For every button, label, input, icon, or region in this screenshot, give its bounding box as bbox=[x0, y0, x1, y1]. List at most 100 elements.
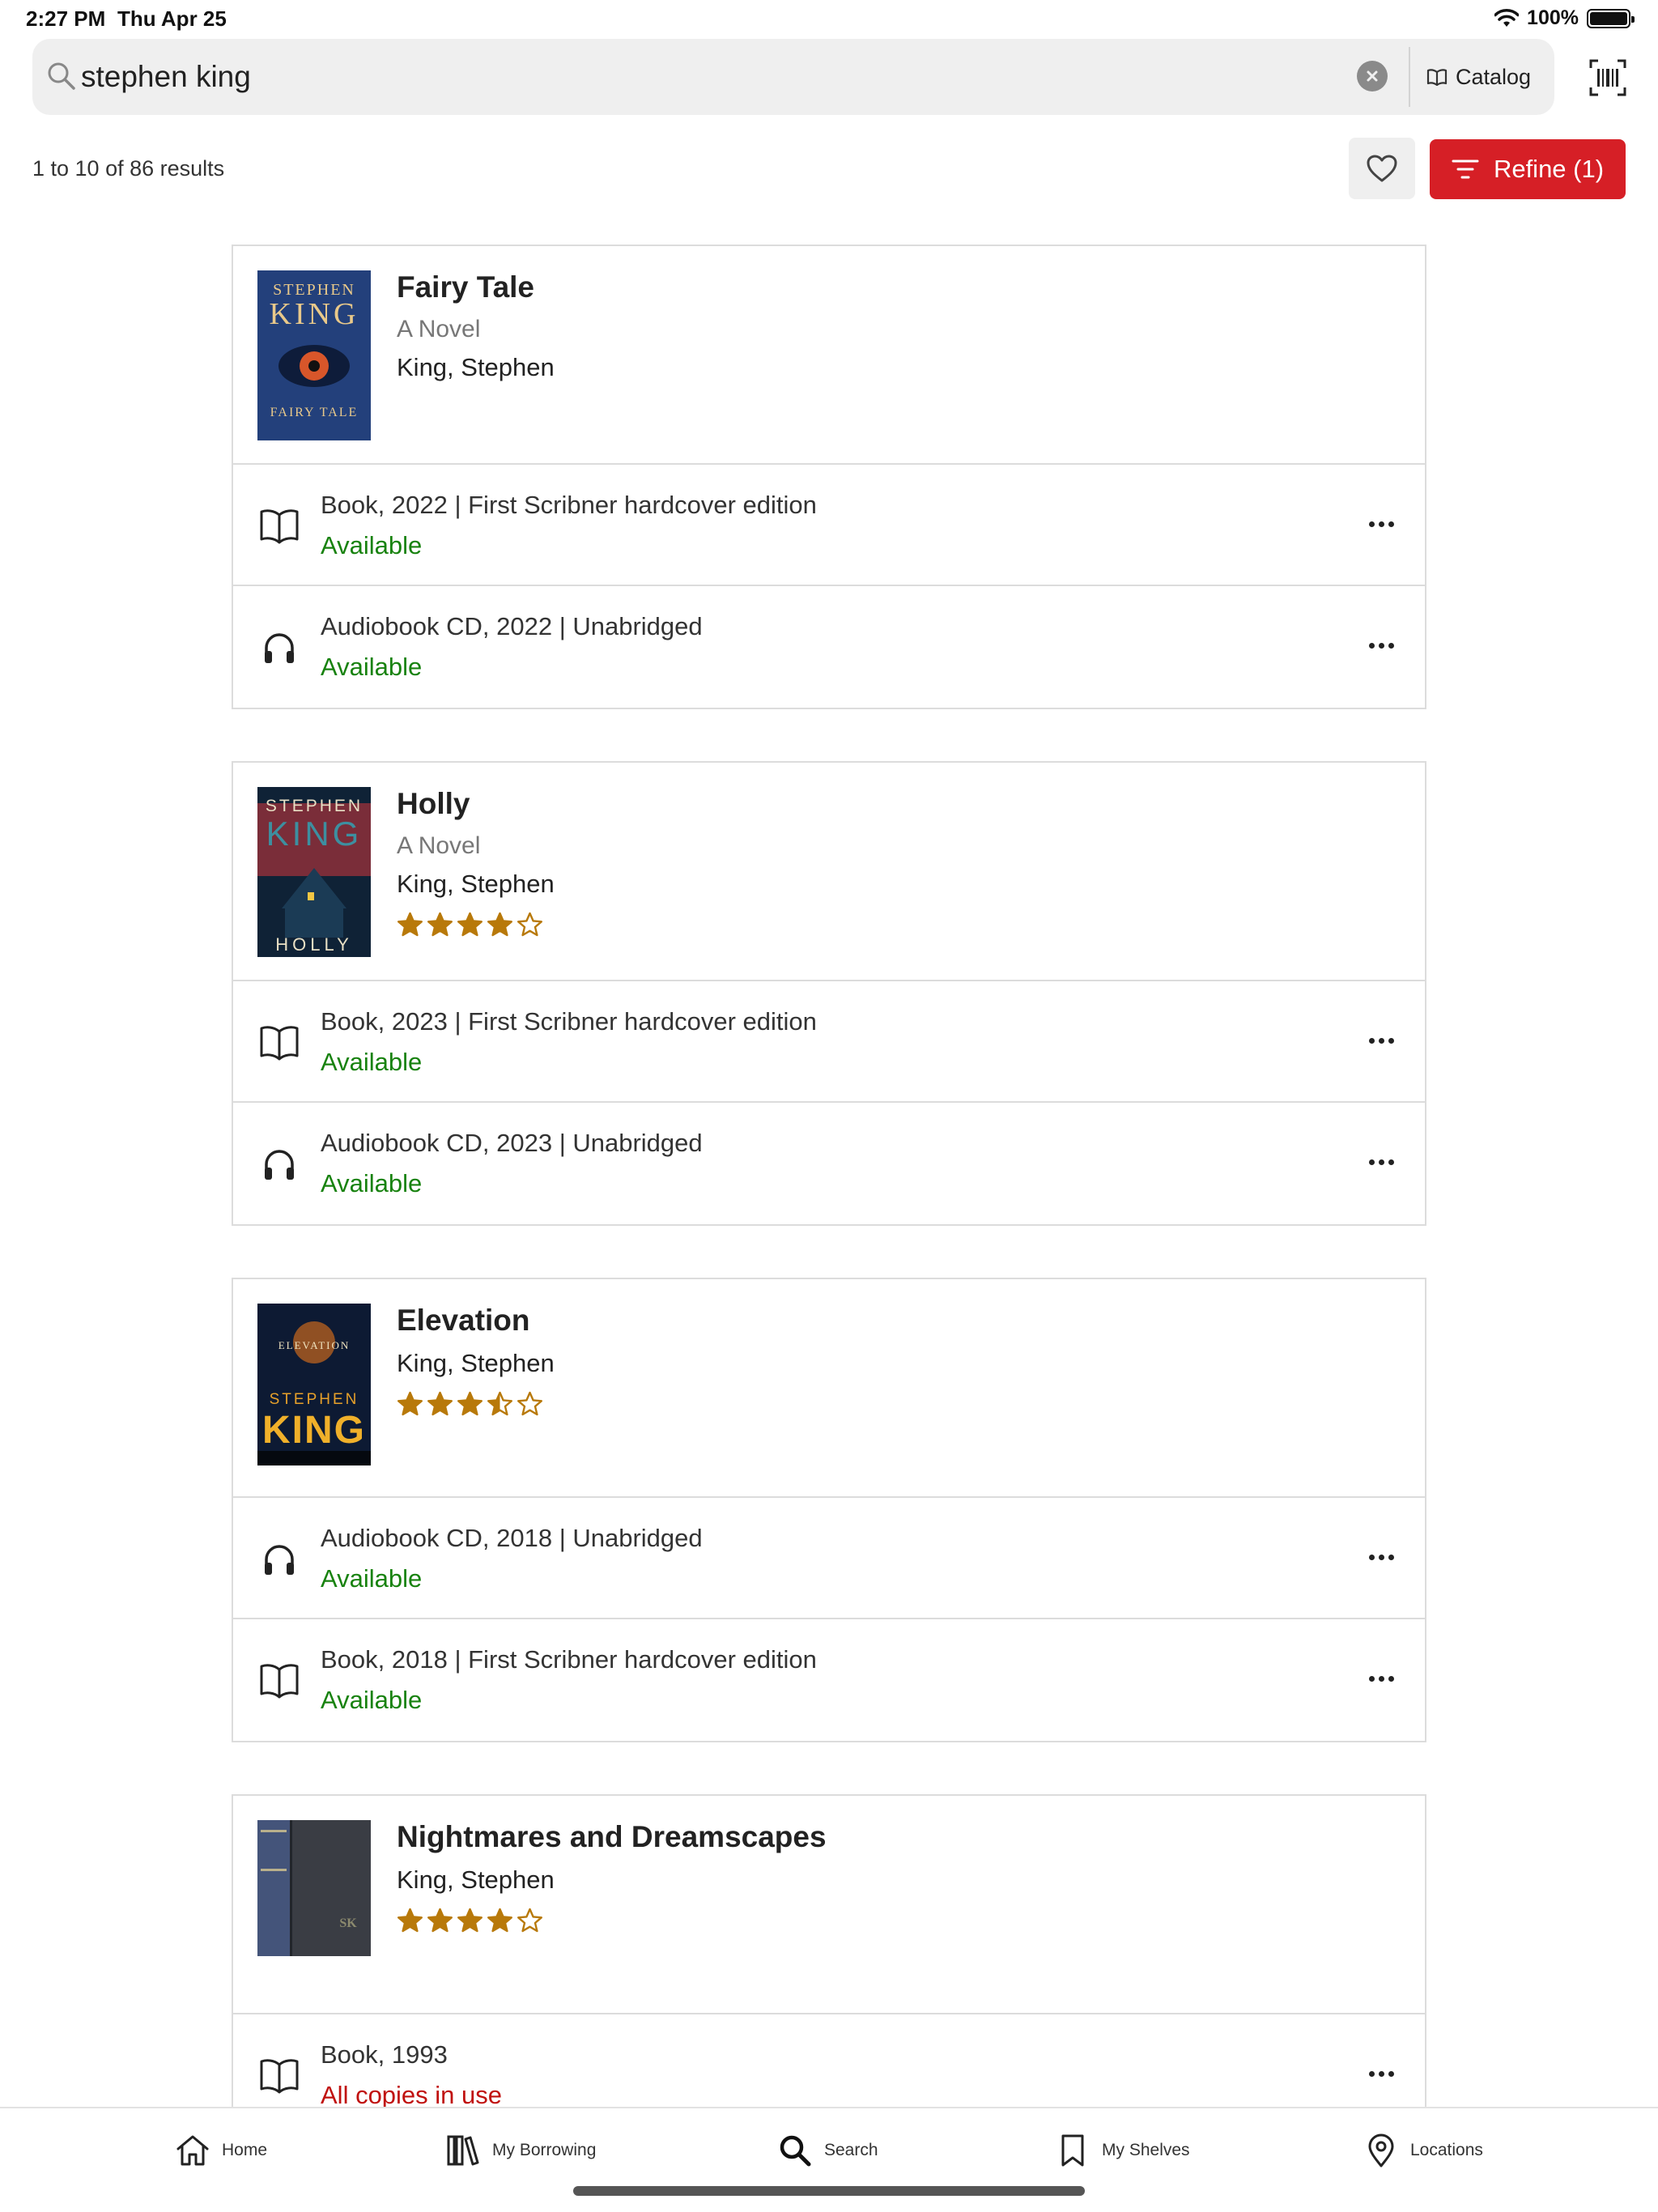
refine-label: Refine (1) bbox=[1493, 155, 1605, 183]
catalog-scope-button[interactable]: Catalog bbox=[1426, 55, 1531, 99]
tab-my-shelves[interactable]: My Shelves bbox=[1055, 2133, 1190, 2168]
format-row[interactable]: Audiobook CD, 2022 | Unabridged Availabl… bbox=[233, 586, 1425, 708]
more-options-button[interactable] bbox=[1362, 2061, 1401, 2086]
book-title[interactable]: Elevation bbox=[397, 1304, 555, 1338]
search-input[interactable] bbox=[81, 50, 1295, 104]
star-filled-icon bbox=[397, 1908, 423, 1933]
format-label: Book, 2018 | First Scribner hardcover ed… bbox=[321, 1645, 817, 1674]
location-pin-icon bbox=[1368, 2133, 1394, 2167]
cover-text-bottom: FAIRY TALE bbox=[270, 406, 359, 419]
book-info: Elevation King, Stephen bbox=[397, 1304, 555, 1472]
format-row[interactable]: Book, 2018 | First Scribner hardcover ed… bbox=[233, 1619, 1425, 1741]
star-filled-icon bbox=[397, 912, 423, 937]
star-rating bbox=[397, 1908, 827, 1934]
heart-icon bbox=[1367, 155, 1397, 182]
result-card: SK Nightmares and Dreamscapes King, Step… bbox=[232, 1794, 1426, 2138]
status-bar: 2:27 PM Thu Apr 25 100% bbox=[0, 0, 1658, 37]
star-half-icon bbox=[487, 1391, 512, 1416]
result-card-header[interactable]: STEPHEN KING FAIRY TALE Fairy Tale A Nov… bbox=[233, 246, 1425, 465]
availability-status: Available bbox=[321, 1686, 423, 1714]
battery-percent: 100% bbox=[1527, 6, 1579, 29]
search-icon bbox=[48, 62, 75, 90]
more-options-button[interactable] bbox=[1362, 512, 1401, 536]
format-label: Book, 2022 | First Scribner hardcover ed… bbox=[321, 491, 817, 519]
star-filled-icon bbox=[427, 1908, 453, 1933]
headphones-icon bbox=[265, 1545, 294, 1575]
star-filled-icon bbox=[397, 1391, 423, 1416]
book-subtitle: A Novel bbox=[397, 832, 481, 859]
result-card-header[interactable]: SK Nightmares and Dreamscapes King, Step… bbox=[233, 1796, 1425, 2014]
status-indicators: 100% bbox=[1494, 6, 1635, 30]
more-options-button[interactable] bbox=[1362, 1150, 1401, 1174]
format-row[interactable]: Book, 2023 | First Scribner hardcover ed… bbox=[233, 981, 1425, 1103]
cover-text-main: SK bbox=[339, 1916, 357, 1930]
search-divider bbox=[1409, 47, 1410, 107]
book-info: Holly A Novel King, Stephen bbox=[397, 787, 555, 955]
book-author[interactable]: King, Stephen bbox=[397, 1349, 555, 1378]
book-icon bbox=[260, 1664, 299, 1699]
format-label: Audiobook CD, 2018 | Unabridged bbox=[321, 1524, 703, 1552]
format-label: Book, 1993 bbox=[321, 2040, 448, 2069]
star-rating bbox=[397, 912, 555, 938]
home-indicator bbox=[573, 2186, 1085, 2196]
star-filled-icon bbox=[457, 1391, 483, 1416]
tab-locations[interactable]: Locations bbox=[1363, 2133, 1483, 2168]
home-icon bbox=[176, 2135, 209, 2166]
clear-search-button[interactable] bbox=[1357, 61, 1388, 91]
refine-button[interactable]: Refine (1) bbox=[1430, 139, 1626, 199]
book-cover[interactable]: ELEVATION STEPHEN KING bbox=[257, 1304, 371, 1465]
open-book-icon bbox=[1426, 69, 1448, 86]
star-filled-icon bbox=[487, 1908, 512, 1933]
status-time: 2:27 PM bbox=[26, 6, 106, 31]
book-title[interactable]: Holly bbox=[397, 787, 555, 821]
book-author[interactable]: King, Stephen bbox=[397, 1865, 827, 1895]
barcode-scan-button[interactable] bbox=[1588, 58, 1627, 97]
tab-label: My Shelves bbox=[1102, 2141, 1190, 2159]
tab-search[interactable]: Search bbox=[777, 2133, 878, 2168]
book-cover[interactable]: SK bbox=[257, 1820, 371, 1956]
star-empty-icon bbox=[517, 1908, 542, 1933]
tab-home[interactable]: Home bbox=[175, 2133, 267, 2168]
book-cover[interactable]: STEPHEN KING HOLLY bbox=[257, 787, 371, 957]
cover-text-top: ELEVATION bbox=[278, 1339, 351, 1351]
format-row[interactable]: Audiobook CD, 2023 | Unabridged Availabl… bbox=[233, 1103, 1425, 1224]
book-icon bbox=[260, 1026, 299, 1061]
star-filled-icon bbox=[457, 1908, 483, 1933]
more-options-button[interactable] bbox=[1362, 633, 1401, 657]
save-search-button[interactable] bbox=[1349, 138, 1415, 199]
result-card-header[interactable]: STEPHEN KING HOLLY Holly A Novel King, S… bbox=[233, 763, 1425, 981]
result-card: STEPHEN KING HOLLY Holly A Novel King, S… bbox=[232, 761, 1426, 1226]
cover-text-bottom: HOLLY bbox=[275, 934, 353, 955]
filter-icon bbox=[1452, 160, 1479, 179]
more-options-button[interactable] bbox=[1362, 1028, 1401, 1053]
tab-my-borrowing[interactable]: My Borrowing bbox=[445, 2133, 596, 2168]
book-cover[interactable]: STEPHEN KING FAIRY TALE bbox=[257, 270, 371, 440]
result-card: ELEVATION STEPHEN KING Elevation King, S… bbox=[232, 1278, 1426, 1742]
book-title[interactable]: Fairy Tale bbox=[397, 270, 555, 304]
availability-status: Available bbox=[321, 653, 423, 681]
headphones-icon bbox=[265, 1150, 294, 1180]
tab-label: Locations bbox=[1410, 2141, 1483, 2159]
book-title[interactable]: Nightmares and Dreamscapes bbox=[397, 1820, 827, 1854]
more-options-button[interactable] bbox=[1362, 1666, 1401, 1691]
wifi-icon bbox=[1494, 8, 1520, 27]
battery-icon bbox=[1587, 8, 1635, 28]
book-info: Fairy Tale A Novel King, Stephen bbox=[397, 270, 555, 439]
star-filled-icon bbox=[457, 912, 483, 937]
cover-text-main: KING bbox=[270, 297, 359, 331]
format-label: Audiobook CD, 2022 | Unabridged bbox=[321, 612, 703, 640]
star-filled-icon bbox=[487, 912, 512, 937]
result-card: STEPHEN KING FAIRY TALE Fairy Tale A Nov… bbox=[232, 245, 1426, 709]
book-info: Nightmares and Dreamscapes King, Stephen bbox=[397, 1820, 827, 1989]
format-row[interactable]: Book, 2022 | First Scribner hardcover ed… bbox=[233, 465, 1425, 586]
star-empty-icon bbox=[517, 912, 542, 937]
results-count: 1 to 10 of 86 results bbox=[32, 156, 225, 181]
result-card-header[interactable]: ELEVATION STEPHEN KING Elevation King, S… bbox=[233, 1279, 1425, 1498]
star-rating bbox=[397, 1391, 555, 1418]
book-author[interactable]: King, Stephen bbox=[397, 353, 555, 382]
barcode-scan-icon bbox=[1589, 59, 1626, 96]
book-author[interactable]: King, Stephen bbox=[397, 870, 555, 899]
more-options-button[interactable] bbox=[1362, 1545, 1401, 1569]
star-empty-icon bbox=[517, 1391, 542, 1416]
format-row[interactable]: Audiobook CD, 2018 | Unabridged Availabl… bbox=[233, 1498, 1425, 1619]
